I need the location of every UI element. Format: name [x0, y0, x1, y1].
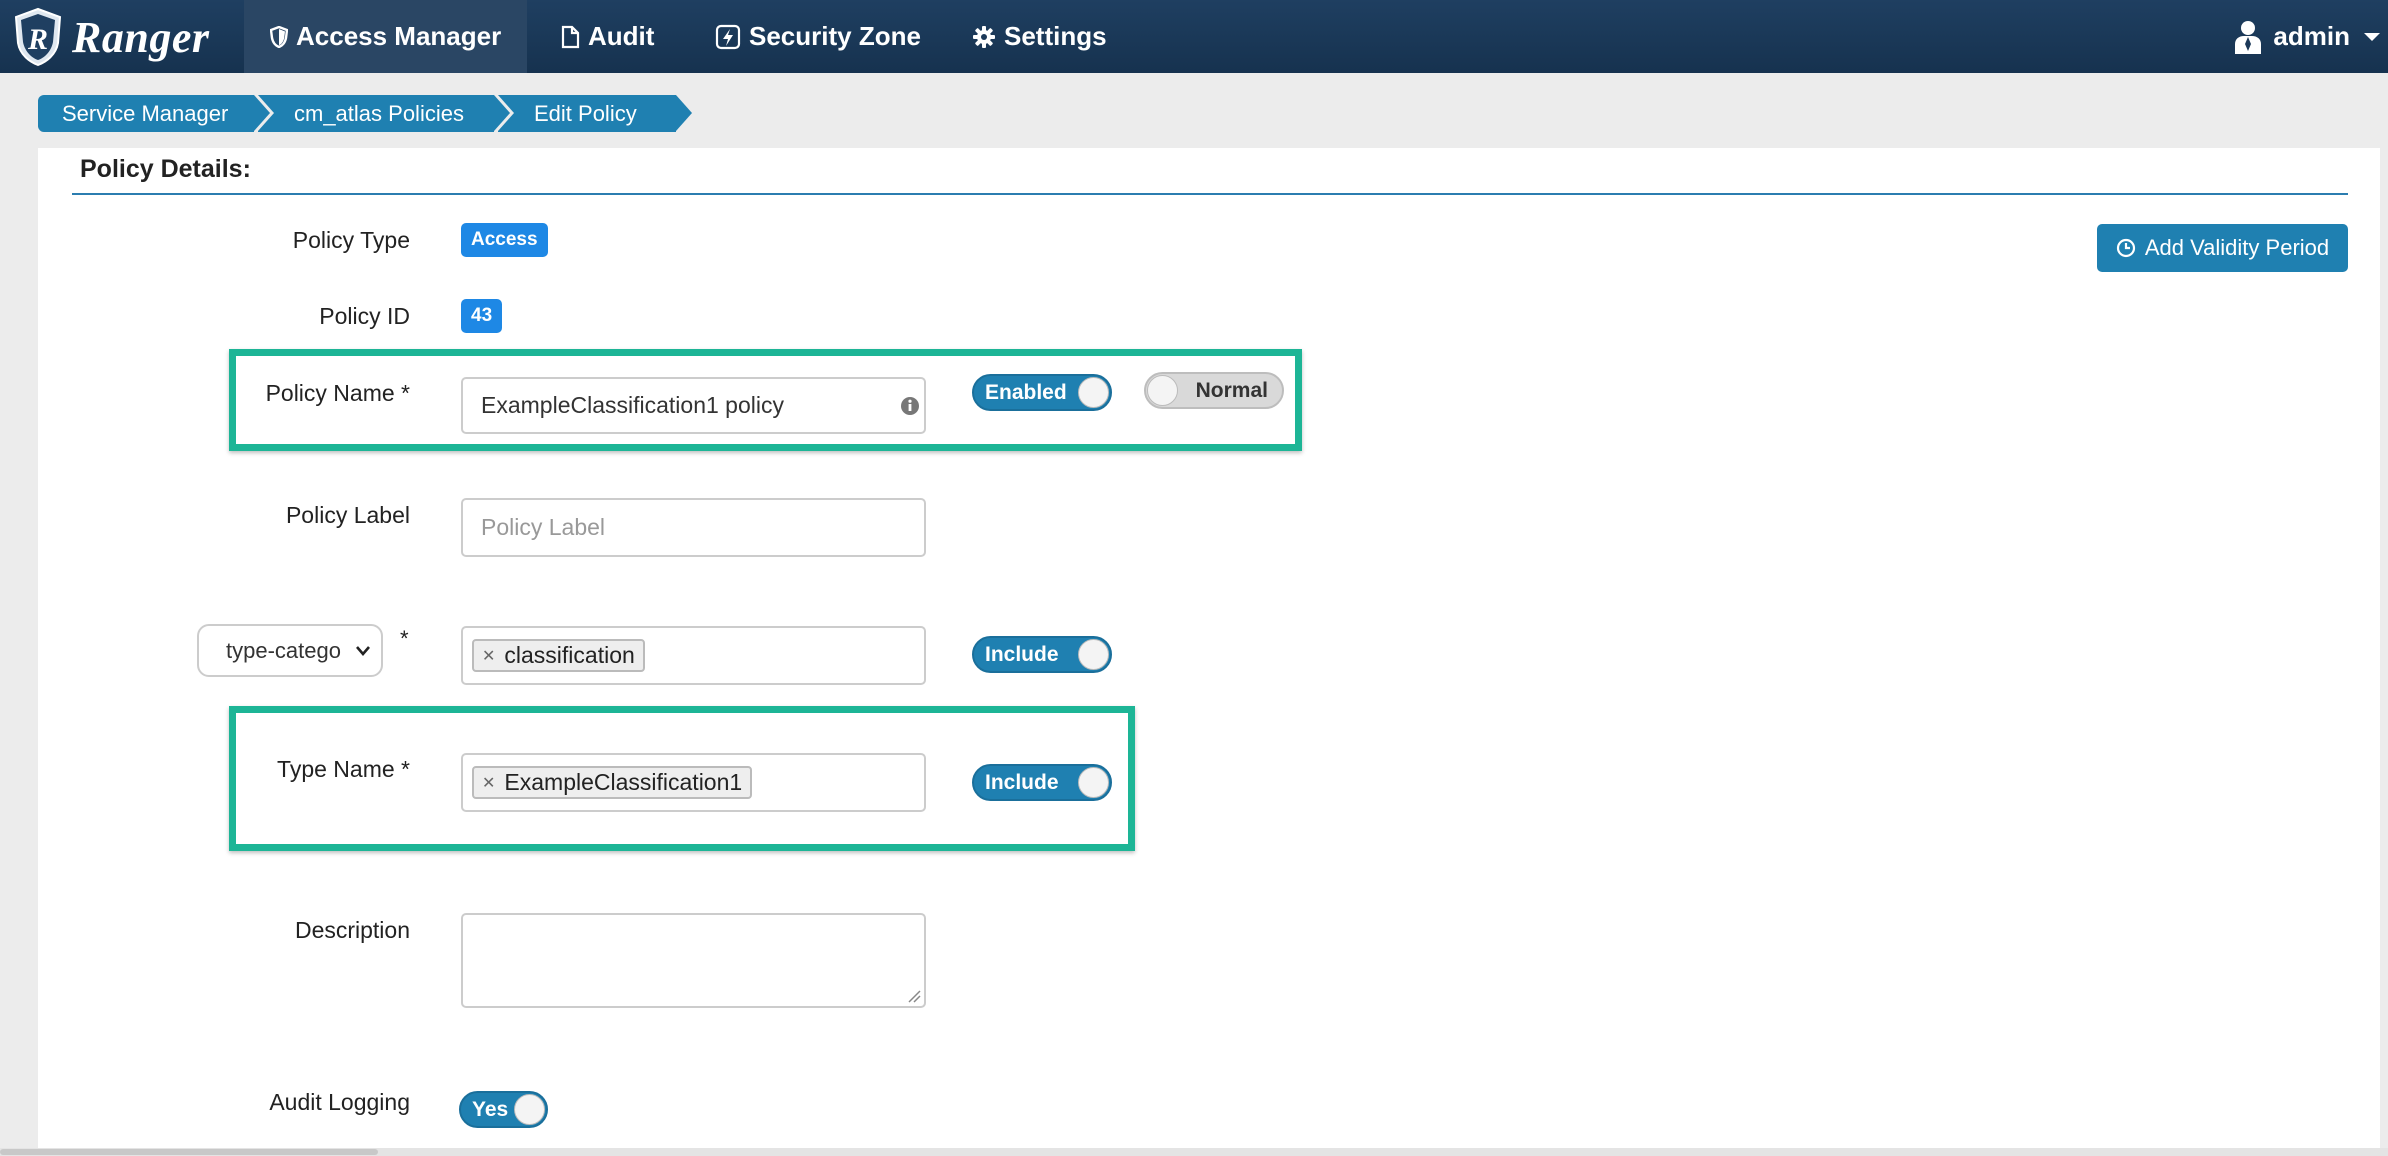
resource-values-input[interactable]: ✕ classification [461, 626, 926, 685]
chevron-down-icon [356, 646, 370, 656]
info-icon[interactable] [900, 396, 920, 416]
type-name-include-toggle[interactable]: Include [972, 764, 1112, 801]
nav-settings-label: Settings [1004, 21, 1107, 51]
scrollbar-thumb[interactable] [0, 1149, 378, 1155]
required-mark: * [400, 626, 409, 651]
brand-name: Ranger [72, 12, 210, 62]
remove-tag-icon[interactable]: ✕ [482, 646, 495, 666]
toggle-knob [1078, 767, 1109, 798]
breadcrumb: Service Manager cm_atlas Policies Edit P… [38, 95, 692, 132]
type-name-tag-label: ExampleClassification1 [504, 769, 743, 795]
section-divider [72, 193, 2348, 195]
resource-include-label: Include [985, 642, 1059, 666]
horizontal-scrollbar[interactable] [0, 1148, 2388, 1156]
nav-settings[interactable]: Settings [946, 0, 1133, 73]
top-navbar: R Ranger Access Manager Audit Security Z… [0, 0, 2388, 73]
remove-tag-icon[interactable]: ✕ [482, 773, 495, 793]
brand[interactable]: R Ranger [12, 7, 209, 67]
toggle-knob [1078, 639, 1109, 670]
policy-id-badge: 43 [461, 299, 503, 333]
resource-type-select-value: type-catego [226, 637, 341, 663]
nav-security-zone-label: Security Zone [749, 21, 921, 51]
policy-name-input[interactable]: ExampleClassification1 policy [461, 377, 926, 434]
breadcrumb-policies[interactable]: cm_atlas Policies [258, 95, 510, 132]
gear-icon [973, 25, 995, 48]
nav-audit[interactable]: Audit [534, 0, 680, 73]
audit-logging-label: Audit Logging [269, 1089, 410, 1115]
svg-text:R: R [27, 23, 48, 56]
chevron-down-icon [2364, 32, 2380, 41]
clock-icon [2116, 238, 2135, 258]
toggle-knob [1147, 375, 1178, 406]
policy-label-placeholder: Policy Label [481, 514, 606, 540]
type-name-input[interactable]: ✕ ExampleClassification1 [461, 753, 926, 812]
normal-toggle-label: Normal [1195, 378, 1268, 402]
type-name-tag: ✕ ExampleClassification1 [472, 766, 753, 799]
breadcrumb-service-manager[interactable]: Service Manager [38, 95, 270, 132]
document-icon [561, 25, 580, 48]
add-validity-period-button[interactable]: Add Validity Period [2097, 224, 2348, 272]
user-icon [2235, 20, 2262, 54]
user-menu[interactable]: admin [2233, 0, 2388, 73]
nav-security-zone[interactable]: Security Zone [689, 0, 947, 73]
section-title: Policy Details: [80, 155, 251, 183]
breadcrumb-edit-policy[interactable]: Edit Policy [498, 95, 692, 132]
policy-type-badge: Access [461, 223, 548, 257]
nav-audit-label: Audit [588, 21, 655, 51]
audit-logging-value: Yes [472, 1097, 509, 1121]
shield-icon [270, 25, 288, 48]
description-label: Description [294, 917, 410, 943]
nav-access-manager[interactable]: Access Manager [244, 0, 528, 73]
resource-type-select[interactable]: type-catego [197, 624, 383, 677]
type-name-label: Type Name * [277, 756, 410, 782]
resource-include-toggle[interactable]: Include [972, 636, 1112, 673]
nav-access-manager-label: Access Manager [296, 21, 502, 51]
user-name: admin [2273, 21, 2350, 51]
toggle-knob [1078, 377, 1109, 408]
policy-type-label: Policy Type [292, 227, 410, 253]
policy-name-label: Policy Name * [265, 380, 410, 406]
resource-value-tag: ✕ classification [472, 639, 645, 672]
policy-name-value: ExampleClassification1 policy [481, 392, 784, 418]
ranger-logo-icon: R [14, 7, 62, 67]
enabled-toggle-label: Enabled [985, 380, 1067, 404]
toggle-knob [514, 1094, 545, 1125]
enabled-toggle[interactable]: Enabled [972, 374, 1112, 411]
normal-override-toggle[interactable]: Normal [1144, 372, 1284, 409]
lightning-icon [715, 24, 741, 49]
add-validity-period-label: Add Validity Period [2144, 235, 2330, 260]
policy-form-panel [38, 148, 2380, 1148]
policy-id-label: Policy ID [319, 303, 410, 329]
description-textarea[interactable] [461, 913, 926, 1008]
resize-handle-icon[interactable] [907, 989, 921, 1003]
audit-logging-toggle[interactable]: Yes [459, 1091, 548, 1128]
policy-label-label: Policy Label [285, 502, 410, 528]
resource-value-tag-label: classification [504, 642, 635, 668]
type-name-include-label: Include [985, 770, 1059, 794]
policy-label-input[interactable]: Policy Label [461, 498, 926, 557]
